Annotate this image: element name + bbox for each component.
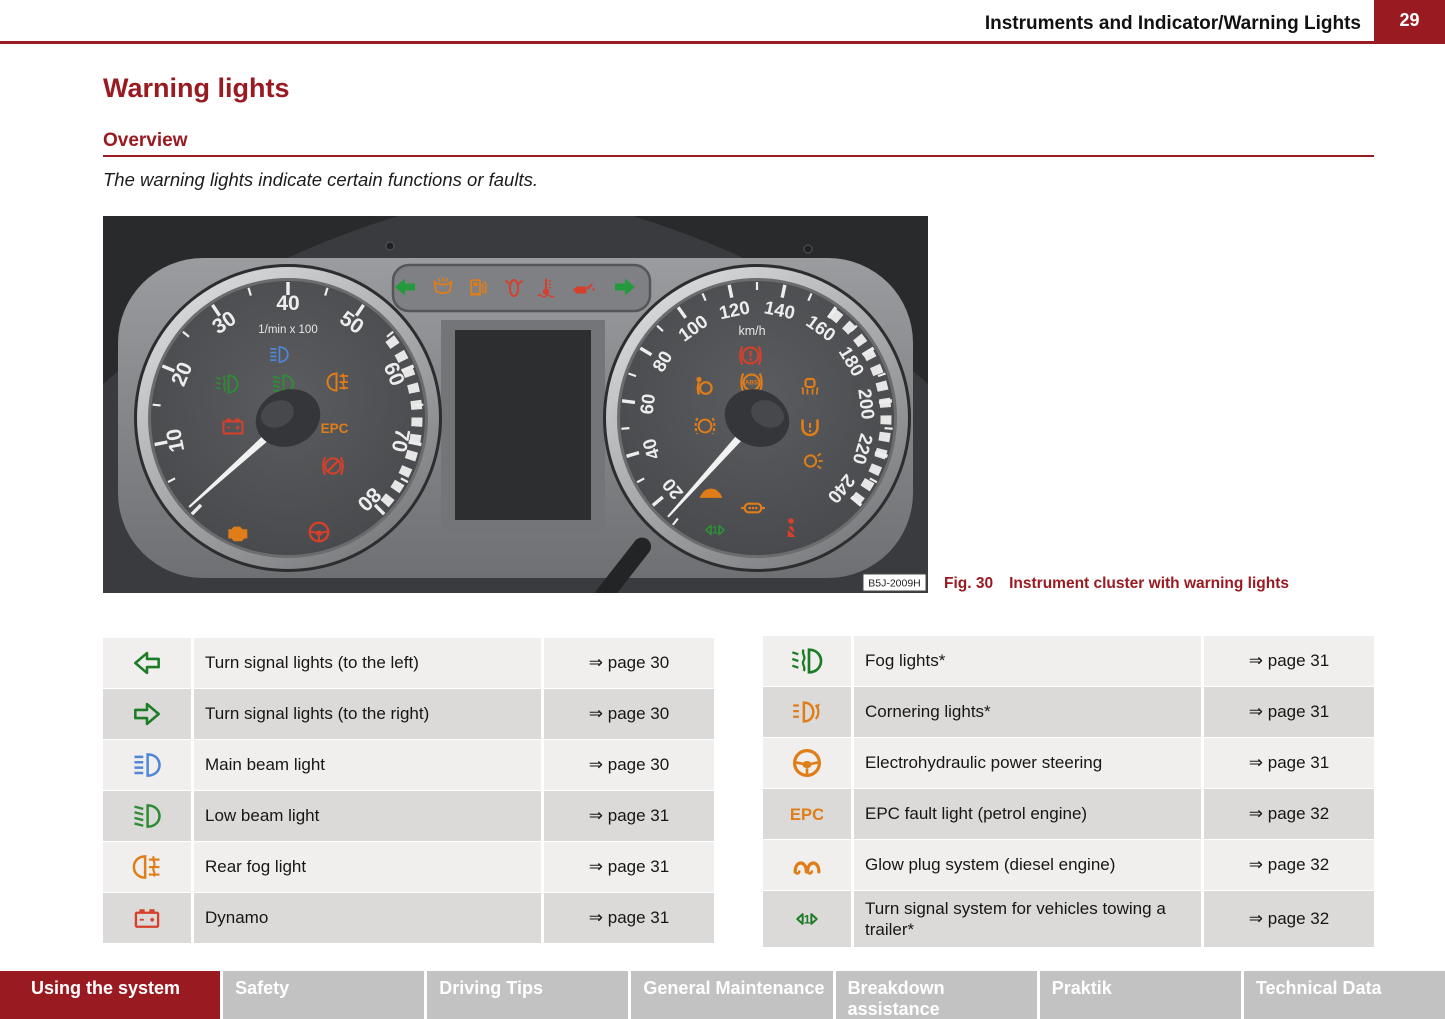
table-row: Low beam light ⇒ page 31	[103, 791, 714, 841]
row-label: EPC fault light (petrol engine)	[854, 789, 1201, 839]
chapter-title: Instruments and Indicator/Warning Lights	[985, 13, 1361, 35]
nav-tab-general-maintenance[interactable]: General Maintenance	[631, 971, 832, 1019]
row-label: Turn signal lights (to the right)	[194, 689, 541, 739]
indicator-strip	[393, 265, 650, 311]
svg-text:B5J-2009H: B5J-2009H	[868, 578, 921, 590]
instrument-cluster-image: EPC ABS	[103, 216, 928, 593]
fog-lights-icon	[763, 636, 851, 686]
table-row: Dynamo ⇒ page 31	[103, 893, 714, 943]
nav-tab-breakdown-assistance[interactable]: Breakdown assistance	[836, 971, 1037, 1019]
intro-text: The warning lights indicate certain func…	[103, 169, 538, 191]
page-reference-link[interactable]: ⇒ page 30	[544, 740, 714, 790]
warning-lights-table-right: Fog lights* ⇒ page 31 Cornering lights* …	[763, 636, 1374, 948]
page-title: Warning lights	[103, 73, 289, 104]
page-reference-link[interactable]: ⇒ page 31	[544, 842, 714, 892]
image-code-label: B5J-2009H	[863, 574, 926, 591]
svg-text:60: 60	[636, 392, 659, 415]
main-beam-icon	[103, 740, 191, 790]
row-label: Fog lights*	[854, 636, 1201, 686]
glow-plug-icon	[763, 840, 851, 890]
header-rule	[0, 41, 1445, 44]
page-reference-link[interactable]: ⇒ page 30	[544, 689, 714, 739]
section-heading: Overview	[103, 130, 188, 152]
page-reference-link[interactable]: ⇒ page 31	[1204, 687, 1374, 737]
table-row: Electrohydraulic power steering ⇒ page 3…	[763, 738, 1374, 788]
table-row: Main beam light ⇒ page 30	[103, 740, 714, 790]
turn-signal-left-icon	[103, 638, 191, 688]
turn-signal-right-icon	[103, 689, 191, 739]
svg-text:200: 200	[854, 387, 879, 420]
table-row: Turn signal system for vehicles towing a…	[763, 891, 1374, 947]
page-reference-link[interactable]: ⇒ page 31	[544, 791, 714, 841]
page-reference-link[interactable]: ⇒ page 30	[544, 638, 714, 688]
cornering-lights-icon	[763, 687, 851, 737]
row-label: Electrohydraulic power steering	[854, 738, 1201, 788]
page-reference-link[interactable]: ⇒ page 31	[544, 893, 714, 943]
row-label: Glow plug system (diesel engine)	[854, 840, 1201, 890]
rear-fog-light-icon	[103, 842, 191, 892]
row-label: Turn signal lights (to the left)	[194, 638, 541, 688]
instrument-cluster-figure: EPC ABS	[103, 216, 928, 593]
row-label: Rear fog light	[194, 842, 541, 892]
row-label: Dynamo	[194, 893, 541, 943]
page-number-badge: 29	[1374, 0, 1445, 41]
table-row: Fog lights* ⇒ page 31	[763, 636, 1374, 686]
figure-caption: Fig. 30Instrument cluster with warning l…	[944, 575, 1289, 593]
row-label: Main beam light	[194, 740, 541, 790]
nav-tab-technical-data[interactable]: Technical Data	[1244, 971, 1445, 1019]
table-row: Cornering lights* ⇒ page 31	[763, 687, 1374, 737]
epc-warning-icon	[321, 421, 349, 436]
epc-icon	[763, 789, 851, 839]
tachometer-unit-label: 1/min x 100	[258, 324, 317, 336]
power-steering-icon	[763, 738, 851, 788]
low-beam-icon	[103, 791, 191, 841]
page-reference-link[interactable]: ⇒ page 31	[1204, 738, 1374, 788]
multifunction-display	[455, 330, 591, 520]
svg-text:10: 10	[162, 427, 189, 454]
tachometer: 1020304050607080 1/min x 100	[134, 264, 442, 572]
nav-tab-praktik[interactable]: Praktik	[1040, 971, 1241, 1019]
svg-text:70: 70	[387, 427, 414, 454]
table-row: Turn signal lights (to the right) ⇒ page…	[103, 689, 714, 739]
table-row: EPC fault light (petrol engine) ⇒ page 3…	[763, 789, 1374, 839]
page-reference-link[interactable]: ⇒ page 32	[1204, 789, 1374, 839]
dynamo-icon	[103, 893, 191, 943]
row-label: Cornering lights*	[854, 687, 1201, 737]
speedometer: 20406080100120140160180200220240 km/h	[603, 264, 911, 572]
page-reference-link[interactable]: ⇒ page 31	[1204, 636, 1374, 686]
table-row: Rear fog light ⇒ page 31	[103, 842, 714, 892]
speedometer-unit-label: km/h	[738, 324, 765, 338]
trailer-turn-signal-icon	[763, 891, 851, 947]
svg-text:40: 40	[276, 292, 299, 315]
table-row: Glow plug system (diesel engine) ⇒ page …	[763, 840, 1374, 890]
table-row: Turn signal lights (to the left) ⇒ page …	[103, 638, 714, 688]
row-label: Turn signal system for vehicles towing a…	[854, 891, 1201, 947]
section-rule	[103, 155, 1374, 157]
manual-page: Instruments and Indicator/Warning Lights…	[0, 0, 1445, 1019]
warning-lights-table-left: Turn signal lights (to the left) ⇒ page …	[103, 638, 714, 944]
nav-tab-driving-tips[interactable]: Driving Tips	[427, 971, 628, 1019]
page-reference-link[interactable]: ⇒ page 32	[1204, 840, 1374, 890]
page-reference-link[interactable]: ⇒ page 32	[1204, 891, 1374, 947]
row-label: Low beam light	[194, 791, 541, 841]
nav-tab-safety[interactable]: Safety	[223, 971, 424, 1019]
section-tab-bar: Using the system Safety Driving Tips Gen…	[0, 971, 1445, 1019]
nav-tab-using-the-system[interactable]: Using the system	[0, 971, 220, 1019]
